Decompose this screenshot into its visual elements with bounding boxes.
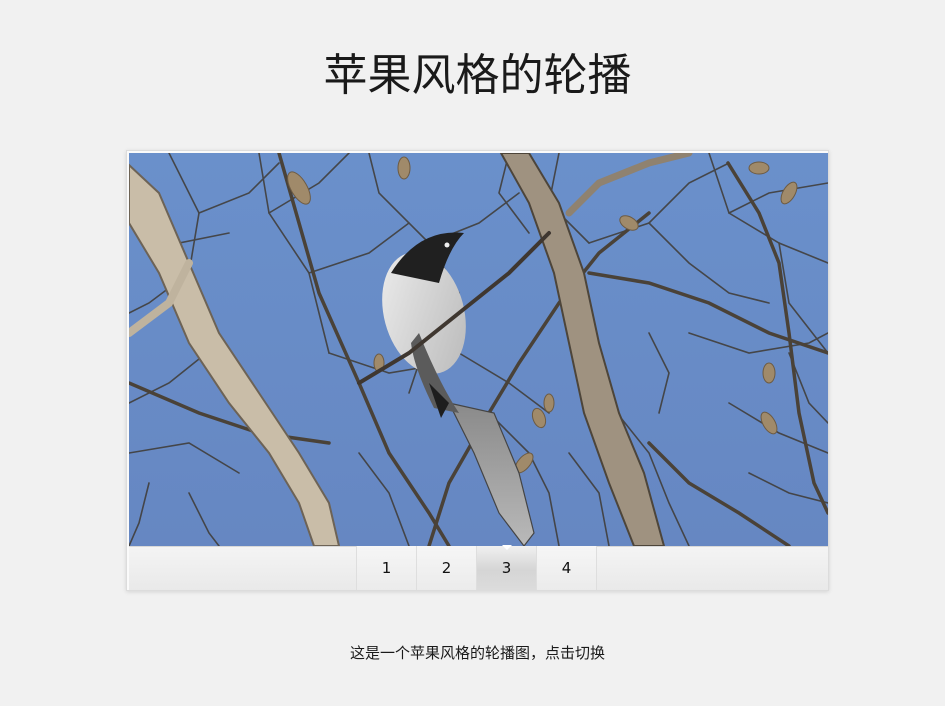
carousel-caption: 这是一个苹果风格的轮播图，点击切换 [349, 644, 605, 662]
page-title: 苹果风格的轮播 [323, 50, 632, 101]
bird-on-branches-photo [129, 153, 828, 546]
slide-image[interactable] [129, 153, 828, 546]
pager-item-1[interactable]: 1 [357, 546, 417, 590]
pager-item-2[interactable]: 2 [417, 546, 477, 590]
carousel: 1 2 3 4 [126, 150, 829, 591]
pager-list: 1 2 3 4 [356, 545, 597, 590]
pager-item-3[interactable]: 3 [477, 545, 537, 590]
pager-bar: 1 2 3 4 [129, 545, 828, 590]
pager-item-4[interactable]: 4 [537, 546, 597, 590]
